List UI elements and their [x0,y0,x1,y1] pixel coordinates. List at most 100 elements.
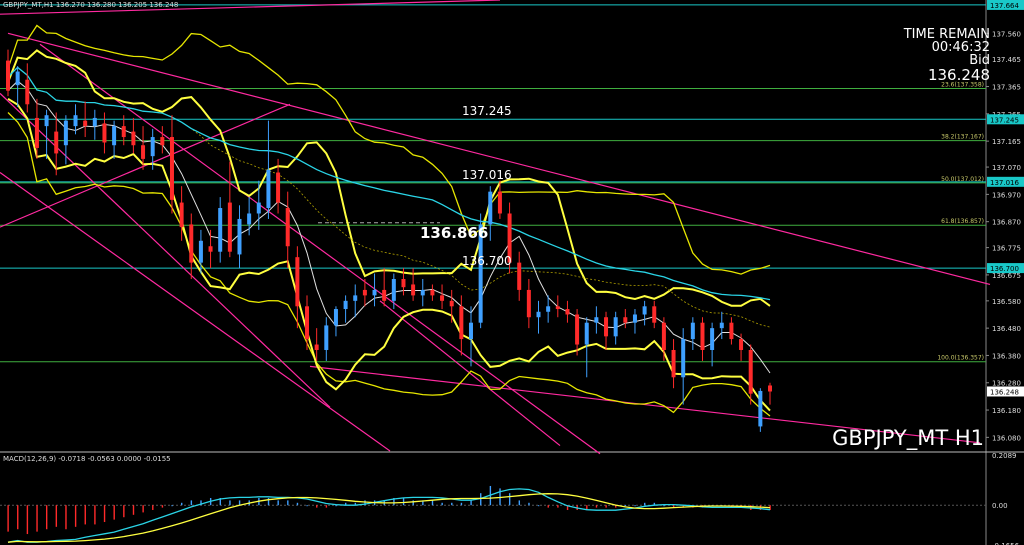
bear-candle [497,191,502,214]
macd-histogram-bar [190,500,193,506]
macd-histogram-bar [17,505,19,530]
bid-price: 136.248 [927,66,990,84]
macd-tick-label: 0.00 [992,502,1008,510]
macd-histogram-bar [316,505,318,508]
y-tick-label: 137.165 [992,138,1021,146]
macd-histogram-bar [161,505,164,508]
macd-histogram-bar [557,505,559,508]
bear-candle [411,284,416,296]
chart-title: GBPJPY_MT H1 [832,426,984,450]
bull-candle [353,295,358,301]
bear-candle [285,208,290,247]
fibo-label: 38.2(137.167) [941,134,984,141]
bull-candle [324,325,329,350]
macd-histogram-bar [644,502,646,506]
macd-histogram-bar [45,505,48,530]
bull-candle [420,289,425,296]
macd-histogram-bar [277,500,279,506]
macd-histogram-bar [103,505,106,523]
bull-candle [536,311,541,318]
bear-candle [739,339,744,350]
macd-histogram-bar [84,505,86,525]
macd-histogram-bar [306,505,308,507]
macd-histogram-bar [142,505,144,513]
y-tick-label: 136.380 [992,352,1021,360]
price-box-label: 136.700 [990,265,1019,273]
bear-candle [160,137,165,146]
macd-histogram-bar [663,505,665,507]
macd-histogram-bar [431,500,434,506]
macd-histogram-bar [36,505,38,532]
macd-histogram-bar [229,500,231,506]
macd-histogram-bar [181,502,183,506]
bear-candle [362,289,367,296]
bear-candle [661,322,666,350]
bull-candle [333,309,338,326]
price-chart: 137.560137.465137.365137.265137.165137.0… [0,0,1024,545]
macd-histogram-bar [518,500,521,506]
bull-candle [584,322,589,345]
price-box-label: 137.664 [990,2,1019,10]
bull-candle [681,339,686,378]
bull-candle [266,169,271,209]
bull-candle [632,314,637,323]
bull-candle [198,240,203,263]
macd-header: MACD(12,26,9) -0.0718 -0.0563 0.0000 -0.… [3,455,171,463]
bull-candle [343,300,348,310]
y-tick-label: 137.365 [992,84,1021,92]
bear-candle [430,289,435,296]
bull-candle [719,322,724,329]
bear-candle [449,300,454,307]
macd-histogram-bar [460,502,463,506]
bear-candle [671,349,676,378]
bear-candle [459,306,464,340]
bull-candle [546,306,551,312]
y-tick-label: 136.180 [992,407,1021,415]
bear-candle [768,385,772,392]
bull-candle [218,208,223,252]
macd-histogram-bar [238,500,241,506]
bull-candle [468,322,473,340]
bear-candle [25,79,30,105]
bear-candle [121,126,126,138]
bull-candle [256,202,261,214]
bear-candle [652,306,657,323]
y-tick-label: 136.870 [992,219,1021,227]
y-tick-label: 136.480 [992,325,1021,333]
macd-histogram-bar [94,505,96,525]
bull-candle [488,191,493,225]
bear-candle [169,137,174,200]
bull-candle [247,213,252,225]
bear-candle [295,257,300,307]
level-label-136700: 136.700 [462,254,512,268]
macd-histogram-bar [26,505,29,535]
bear-candle [565,309,570,315]
macd-histogram-bar [605,505,607,508]
bear-candle [102,123,107,143]
bear-candle [189,224,194,263]
macd-histogram-bar [132,505,135,515]
level-label-137016: 137.016 [462,168,512,182]
price-box-label: 137.016 [990,179,1019,187]
bull-candle [44,115,49,127]
macd-histogram-bar [65,505,67,530]
y-tick-label: 136.970 [992,191,1021,199]
bear-candle [729,322,734,340]
bear-candle [401,279,406,288]
bull-candle [710,328,715,350]
bear-candle [141,145,146,159]
bear-candle [440,295,445,301]
bear-candle [555,306,560,310]
bear-candle [34,117,39,148]
y-tick-label: 137.560 [992,30,1021,38]
bull-candle [594,317,599,323]
macd-histogram-bar [325,505,328,508]
macd-histogram-bar [7,505,9,532]
level-label-137245: 137.245 [462,104,512,118]
bull-candle [372,289,377,296]
macd-histogram-bar [595,505,598,508]
price-box-label: 137.245 [990,116,1019,124]
y-tick-label: 137.465 [992,56,1021,64]
bear-candle [54,131,59,154]
macd-tick-label: 0.2089 [992,452,1017,460]
